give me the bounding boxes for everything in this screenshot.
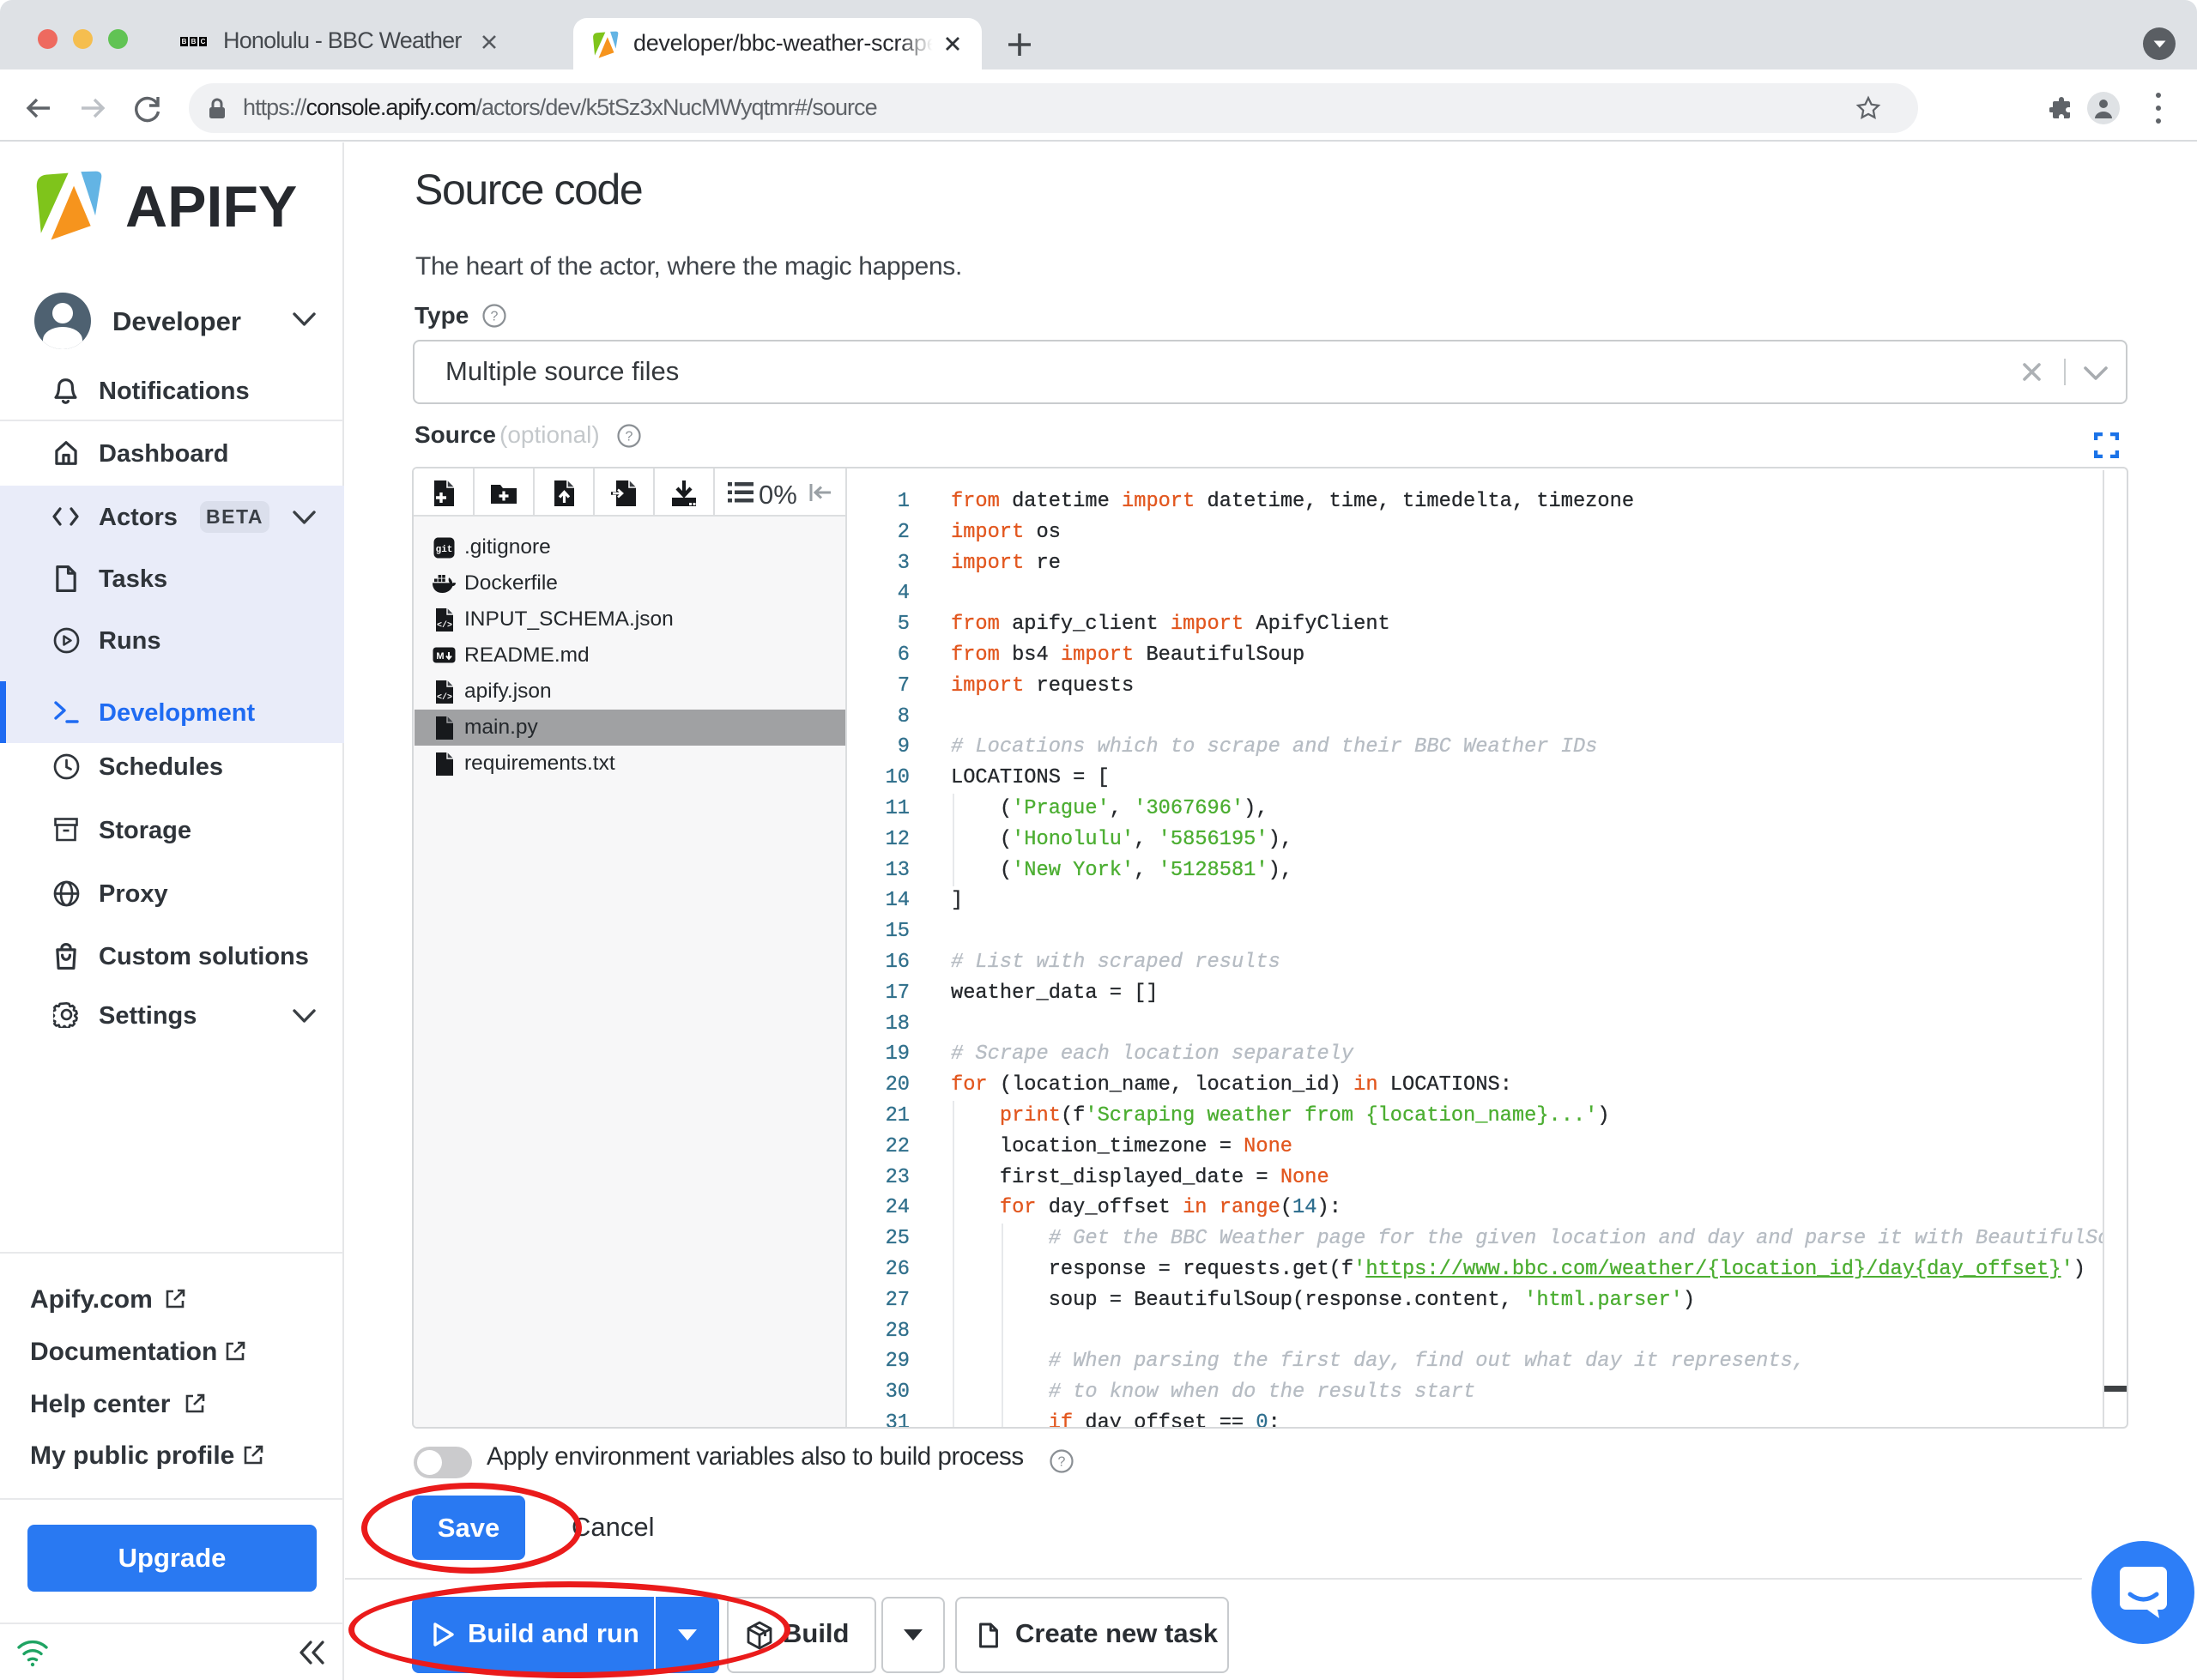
svg-text:?: ? [491,310,499,324]
svg-text:?: ? [626,430,633,444]
svg-text:</>: </> [437,620,452,631]
svg-text:M: M [436,651,444,662]
svg-text:git: git [436,545,453,555]
svg-text:</>: </> [437,692,452,703]
svg-text:?: ? [1058,1455,1066,1470]
